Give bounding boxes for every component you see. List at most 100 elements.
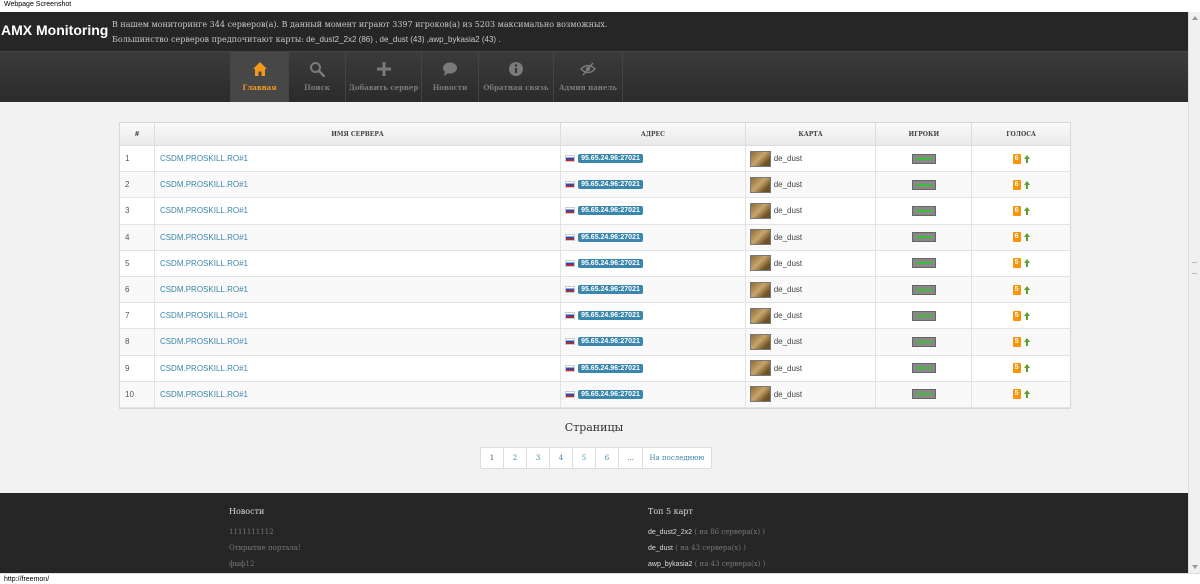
flag-icon bbox=[565, 233, 576, 241]
info-icon bbox=[509, 62, 523, 76]
votes-cell: 5 bbox=[972, 382, 1070, 407]
flag-icon bbox=[565, 155, 576, 163]
page-3[interactable]: 3 bbox=[527, 448, 550, 468]
server-table: # Имя сервера Адрес Карта Игроки Голоса … bbox=[119, 122, 1071, 409]
nav-item-add-server[interactable]: Добавить сервер bbox=[345, 52, 421, 102]
vote-up-icon[interactable] bbox=[1023, 390, 1030, 399]
status-bar-url: http://freemon/ bbox=[0, 573, 1200, 584]
table-body: 1 CSDM.PROSKILL.RO#1 95.65.24.96:27021 d… bbox=[120, 146, 1070, 408]
col-votes[interactable]: Голоса bbox=[972, 123, 1070, 145]
flag-icon bbox=[565, 338, 576, 346]
top-map-note: ( на 86 сервера(х) ) bbox=[691, 528, 766, 536]
server-name-link[interactable]: CSDM.PROSKILL.RO#1 bbox=[160, 285, 248, 294]
page-4[interactable]: 4 bbox=[550, 448, 573, 468]
page-5[interactable]: 5 bbox=[573, 448, 596, 468]
top-map-name[interactable]: de_dust2_2x2 bbox=[648, 529, 692, 536]
address-badge[interactable]: 95.65.24.96:27021 bbox=[578, 232, 643, 242]
nav-item-feedback[interactable]: Обратная связь bbox=[478, 52, 553, 102]
footer-news-title: Новости bbox=[229, 507, 265, 516]
nav-label-news: Новости bbox=[432, 83, 468, 92]
vertical-scrollbar[interactable] bbox=[1188, 12, 1200, 573]
address-cell: 95.65.24.96:27021 bbox=[561, 355, 746, 381]
top-map-name[interactable]: de_dust bbox=[648, 545, 673, 552]
server-name-cell: CSDM.PROSKILL.RO#1 bbox=[155, 198, 562, 224]
address-cell: 95.65.24.96:27021 bbox=[561, 381, 746, 407]
players-bar bbox=[911, 258, 936, 269]
map-thumbnail bbox=[749, 281, 771, 298]
nav-item-admin-panel[interactable]: Админ панель bbox=[553, 52, 623, 102]
server-name-cell: CSDM.PROSKILL.RO#1 bbox=[155, 381, 562, 407]
map-cell: de_dust bbox=[746, 276, 877, 303]
nav-item-home[interactable]: Главная bbox=[230, 52, 288, 102]
col-players[interactable]: Игроки bbox=[876, 123, 973, 145]
comment-icon bbox=[443, 62, 457, 76]
page-1[interactable]: 1 bbox=[481, 448, 504, 468]
top-map-name[interactable]: awp_bykasia2 bbox=[648, 561, 692, 568]
address-cell: 95.65.24.96:27021 bbox=[561, 329, 746, 355]
address-cell: 95.65.24.96:27021 bbox=[561, 303, 746, 329]
col-address[interactable]: Адрес bbox=[561, 123, 746, 145]
vote-up-icon[interactable] bbox=[1023, 337, 1030, 346]
vote-up-icon[interactable] bbox=[1023, 154, 1030, 163]
vote-up-icon[interactable] bbox=[1023, 206, 1030, 215]
players-cell bbox=[876, 303, 973, 329]
flag-icon bbox=[565, 390, 576, 398]
server-name-link[interactable]: CSDM.PROSKILL.RO#1 bbox=[160, 364, 248, 373]
vote-up-icon[interactable] bbox=[1023, 233, 1030, 242]
address-badge[interactable]: 95.65.24.96:27021 bbox=[578, 363, 643, 373]
server-name-link[interactable]: CSDM.PROSKILL.RO#1 bbox=[160, 154, 248, 163]
server-name-link[interactable]: CSDM.PROSKILL.RO#1 bbox=[160, 206, 248, 215]
server-name-link[interactable]: CSDM.PROSKILL.RO#1 bbox=[160, 233, 248, 242]
footer-news-item[interactable]: Открытие портала! bbox=[229, 544, 301, 552]
vote-up-icon[interactable] bbox=[1023, 311, 1030, 320]
row-num: 5 bbox=[120, 250, 155, 276]
map-thumbnail bbox=[749, 386, 771, 403]
server-name-link[interactable]: CSDM.PROSKILL.RO#1 bbox=[160, 259, 248, 268]
address-badge[interactable]: 95.65.24.96:27021 bbox=[578, 258, 643, 268]
vote-up-icon[interactable] bbox=[1023, 285, 1030, 294]
footer-top-map: de_dust2_2x2 ( на 86 сервера(х) ) bbox=[648, 528, 765, 536]
row-num: 8 bbox=[120, 329, 155, 355]
vote-up-icon[interactable] bbox=[1023, 180, 1030, 189]
table-row: 7 CSDM.PROSKILL.RO#1 95.65.24.96:27021 d… bbox=[120, 303, 1070, 330]
page-2[interactable]: 2 bbox=[504, 448, 527, 468]
map-name: de_dust bbox=[773, 337, 803, 347]
server-name-link[interactable]: CSDM.PROSKILL.RO#1 bbox=[160, 311, 248, 320]
nav-item-news[interactable]: Новости bbox=[421, 52, 478, 102]
col-map[interactable]: Карта bbox=[746, 123, 877, 145]
page-6[interactable]: 6 bbox=[596, 448, 619, 468]
map-cell: de_dust bbox=[746, 198, 877, 224]
table-row: 5 CSDM.PROSKILL.RO#1 95.65.24.96:27021 d… bbox=[120, 250, 1070, 277]
address-badge[interactable]: 95.65.24.96:27021 bbox=[578, 337, 643, 347]
address-badge[interactable]: 95.65.24.96:27021 bbox=[578, 206, 643, 216]
server-name-link[interactable]: CSDM.PROSKILL.RO#1 bbox=[160, 180, 248, 189]
row-num: 1 bbox=[120, 146, 155, 172]
page-last[interactable]: На последнюю bbox=[643, 448, 711, 468]
page-ellipsis[interactable]: ... bbox=[619, 448, 643, 468]
site-logo[interactable]: AMX Monitoring bbox=[1, 22, 108, 38]
server-name-link[interactable]: CSDM.PROSKILL.RO#1 bbox=[160, 337, 248, 346]
scroll-thumb[interactable] bbox=[1192, 262, 1197, 274]
table-row: 10 CSDM.PROSKILL.RO#1 95.65.24.96:27021 … bbox=[120, 381, 1070, 408]
nav-item-search[interactable]: Поиск bbox=[288, 52, 345, 102]
footer-news-item[interactable]: 1111111112 bbox=[229, 528, 274, 536]
col-name[interactable]: Имя сервера bbox=[155, 123, 562, 145]
footer-news-item[interactable]: фыф12 bbox=[229, 560, 254, 568]
scroll-down-icon[interactable] bbox=[1192, 565, 1198, 569]
address-badge[interactable]: 95.65.24.96:27021 bbox=[578, 154, 643, 164]
address-badge[interactable]: 95.65.24.96:27021 bbox=[578, 285, 643, 295]
server-name-link[interactable]: CSDM.PROSKILL.RO#1 bbox=[160, 390, 248, 399]
address-badge[interactable]: 95.65.24.96:27021 bbox=[578, 311, 643, 321]
map-name: de_dust bbox=[773, 180, 803, 190]
vote-up-icon[interactable] bbox=[1023, 259, 1030, 268]
map-name: de_dust bbox=[773, 363, 803, 373]
address-cell: 95.65.24.96:27021 bbox=[561, 224, 746, 250]
map-name: de_dust bbox=[773, 206, 803, 216]
address-badge[interactable]: 95.65.24.96:27021 bbox=[578, 180, 643, 190]
votes-cell: 5 bbox=[972, 303, 1070, 328]
address-badge[interactable]: 95.65.24.96:27021 bbox=[578, 389, 643, 399]
row-num: 2 bbox=[120, 172, 155, 198]
row-num: 3 bbox=[120, 198, 155, 224]
scroll-up-icon[interactable] bbox=[1192, 16, 1198, 20]
vote-up-icon[interactable] bbox=[1023, 364, 1030, 373]
